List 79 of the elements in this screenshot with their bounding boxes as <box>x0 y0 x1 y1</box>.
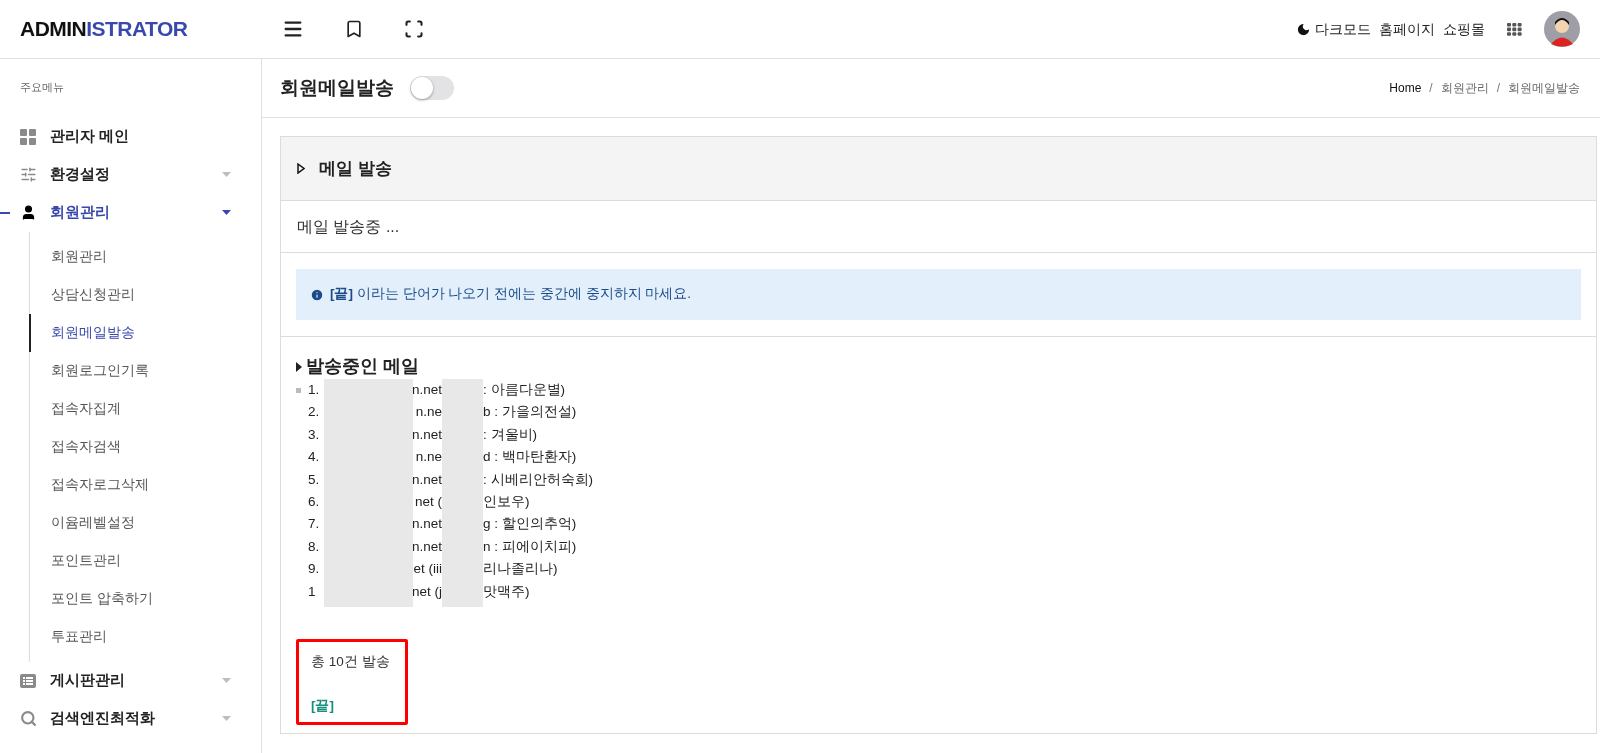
email-fragment: n.net <box>411 470 442 489</box>
breadcrumb-link[interactable]: 회원메일발송 <box>1508 79 1580 97</box>
breadcrumb-separator: / <box>1496 80 1500 97</box>
submenu-item[interactable]: 접속자로그삭제 <box>29 465 261 504</box>
name-fragment: : 시베리안허숙희) <box>483 470 594 489</box>
email-fragment: et (iii <box>413 560 442 579</box>
row-number: 5. <box>307 470 321 489</box>
list-title: 발송중인 메일 <box>306 355 419 378</box>
submenu-item[interactable]: 접속자집계 <box>29 389 261 428</box>
breadcrumb-link[interactable]: 회원관리 <box>1440 79 1489 97</box>
submenu-item[interactable]: 포인트 압축하기 <box>29 579 261 618</box>
name-fragment: : 아름다운별) <box>483 381 566 399</box>
email-fragment: n.net <box>411 537 442 556</box>
end-mark: [끝] <box>311 697 335 716</box>
row-number: 9. <box>307 560 321 579</box>
nav-link[interactable]: 쇼핑몰 <box>1443 18 1485 40</box>
row-number: 8. <box>307 537 321 556</box>
search-icon <box>20 710 37 727</box>
email-fragment: n.net <box>411 381 442 399</box>
bookmark-icon[interactable] <box>344 19 364 39</box>
bullet-icon <box>296 387 301 393</box>
avatar[interactable] <box>1544 11 1580 47</box>
submenu-item[interactable]: 포인트관리 <box>29 541 261 580</box>
dark-mode-link[interactable]: 다크모드 <box>1296 18 1371 40</box>
breadcrumb-separator: / <box>1429 80 1433 97</box>
section-title: 주요메뉴 <box>19 80 65 95</box>
info-icon <box>310 287 324 302</box>
sliders-icon <box>20 166 37 183</box>
alert-text: [끝] 이라는 단어가 나오기 전에는 중간에 중지하지 마세요. <box>330 285 691 304</box>
grid-icon <box>20 128 36 145</box>
row-number: 1 <box>307 582 317 601</box>
name-fragment: g : 할인의추억) <box>483 515 578 534</box>
row-number: 1. <box>296 379 324 402</box>
name-fragment: 인보우) <box>483 493 531 512</box>
apps-grid-icon[interactable] <box>1507 22 1522 36</box>
fullscreen-icon[interactable] <box>404 19 424 39</box>
menu-icon[interactable] <box>282 18 304 40</box>
nav-link[interactable]: 홈페이지 <box>1379 18 1435 40</box>
logo[interactable]: ADMINISTRATOR <box>20 13 282 45</box>
row-number: 3. <box>307 425 321 444</box>
email-fragment: n.net <box>411 425 442 444</box>
user-icon <box>20 204 37 221</box>
row-number: 7. <box>307 515 321 534</box>
name-fragment: b : 가을의전설) <box>483 403 578 422</box>
card-title: 메일 발송 <box>319 157 392 180</box>
name-fragment: 리나졸리나) <box>483 560 559 579</box>
submenu-item[interactable]: 접속자검색 <box>29 427 261 466</box>
name-fragment: 맛맥주) <box>483 582 531 601</box>
menu-item[interactable]: 검색엔진최적화 <box>0 699 261 738</box>
email-fragment: n.net <box>411 515 442 534</box>
submenu-item[interactable]: 투표관리 <box>29 617 261 656</box>
page-title: 회원메일발송 <box>280 75 394 100</box>
triangle-icon <box>296 361 302 372</box>
row-number: 6. <box>307 493 321 512</box>
menu-item[interactable]: 회원관리 <box>0 193 261 232</box>
submenu-item[interactable]: 회원관리 <box>29 237 261 276</box>
list-icon <box>20 672 36 689</box>
row-number: 2. <box>307 403 321 422</box>
menu-item[interactable]: 게시판관리 <box>0 661 261 700</box>
submenu-item[interactable]: 상담신청관리 <box>29 275 261 314</box>
active-marker <box>0 211 10 214</box>
toggle-switch[interactable] <box>410 76 454 100</box>
total-text: 총 10건 발송 <box>311 653 391 672</box>
triangle-icon <box>297 163 305 174</box>
email-fragment: net (j <box>412 582 442 601</box>
row-number: 4. <box>307 448 321 467</box>
status-text: 메일 발송중 ... <box>297 216 400 237</box>
name-fragment: : 겨울비) <box>483 425 538 444</box>
moon-icon <box>1296 21 1311 37</box>
email-fragment: n.ne <box>415 403 442 422</box>
menu-item[interactable]: 환경설정 <box>0 155 261 194</box>
submenu-item[interactable]: 회원로그인기록 <box>29 351 261 390</box>
email-fragment: net ( <box>415 493 442 512</box>
name-fragment: d : 백마탄환자) <box>483 448 578 467</box>
submenu-item[interactable]: 이윰레벨설정 <box>29 503 261 542</box>
email-fragment: n.ne <box>415 448 442 467</box>
menu-item[interactable]: 관리자 메인 <box>0 117 261 156</box>
name-fragment: n : 피에이치피) <box>483 537 578 556</box>
breadcrumb-link[interactable]: Home <box>1389 79 1422 97</box>
